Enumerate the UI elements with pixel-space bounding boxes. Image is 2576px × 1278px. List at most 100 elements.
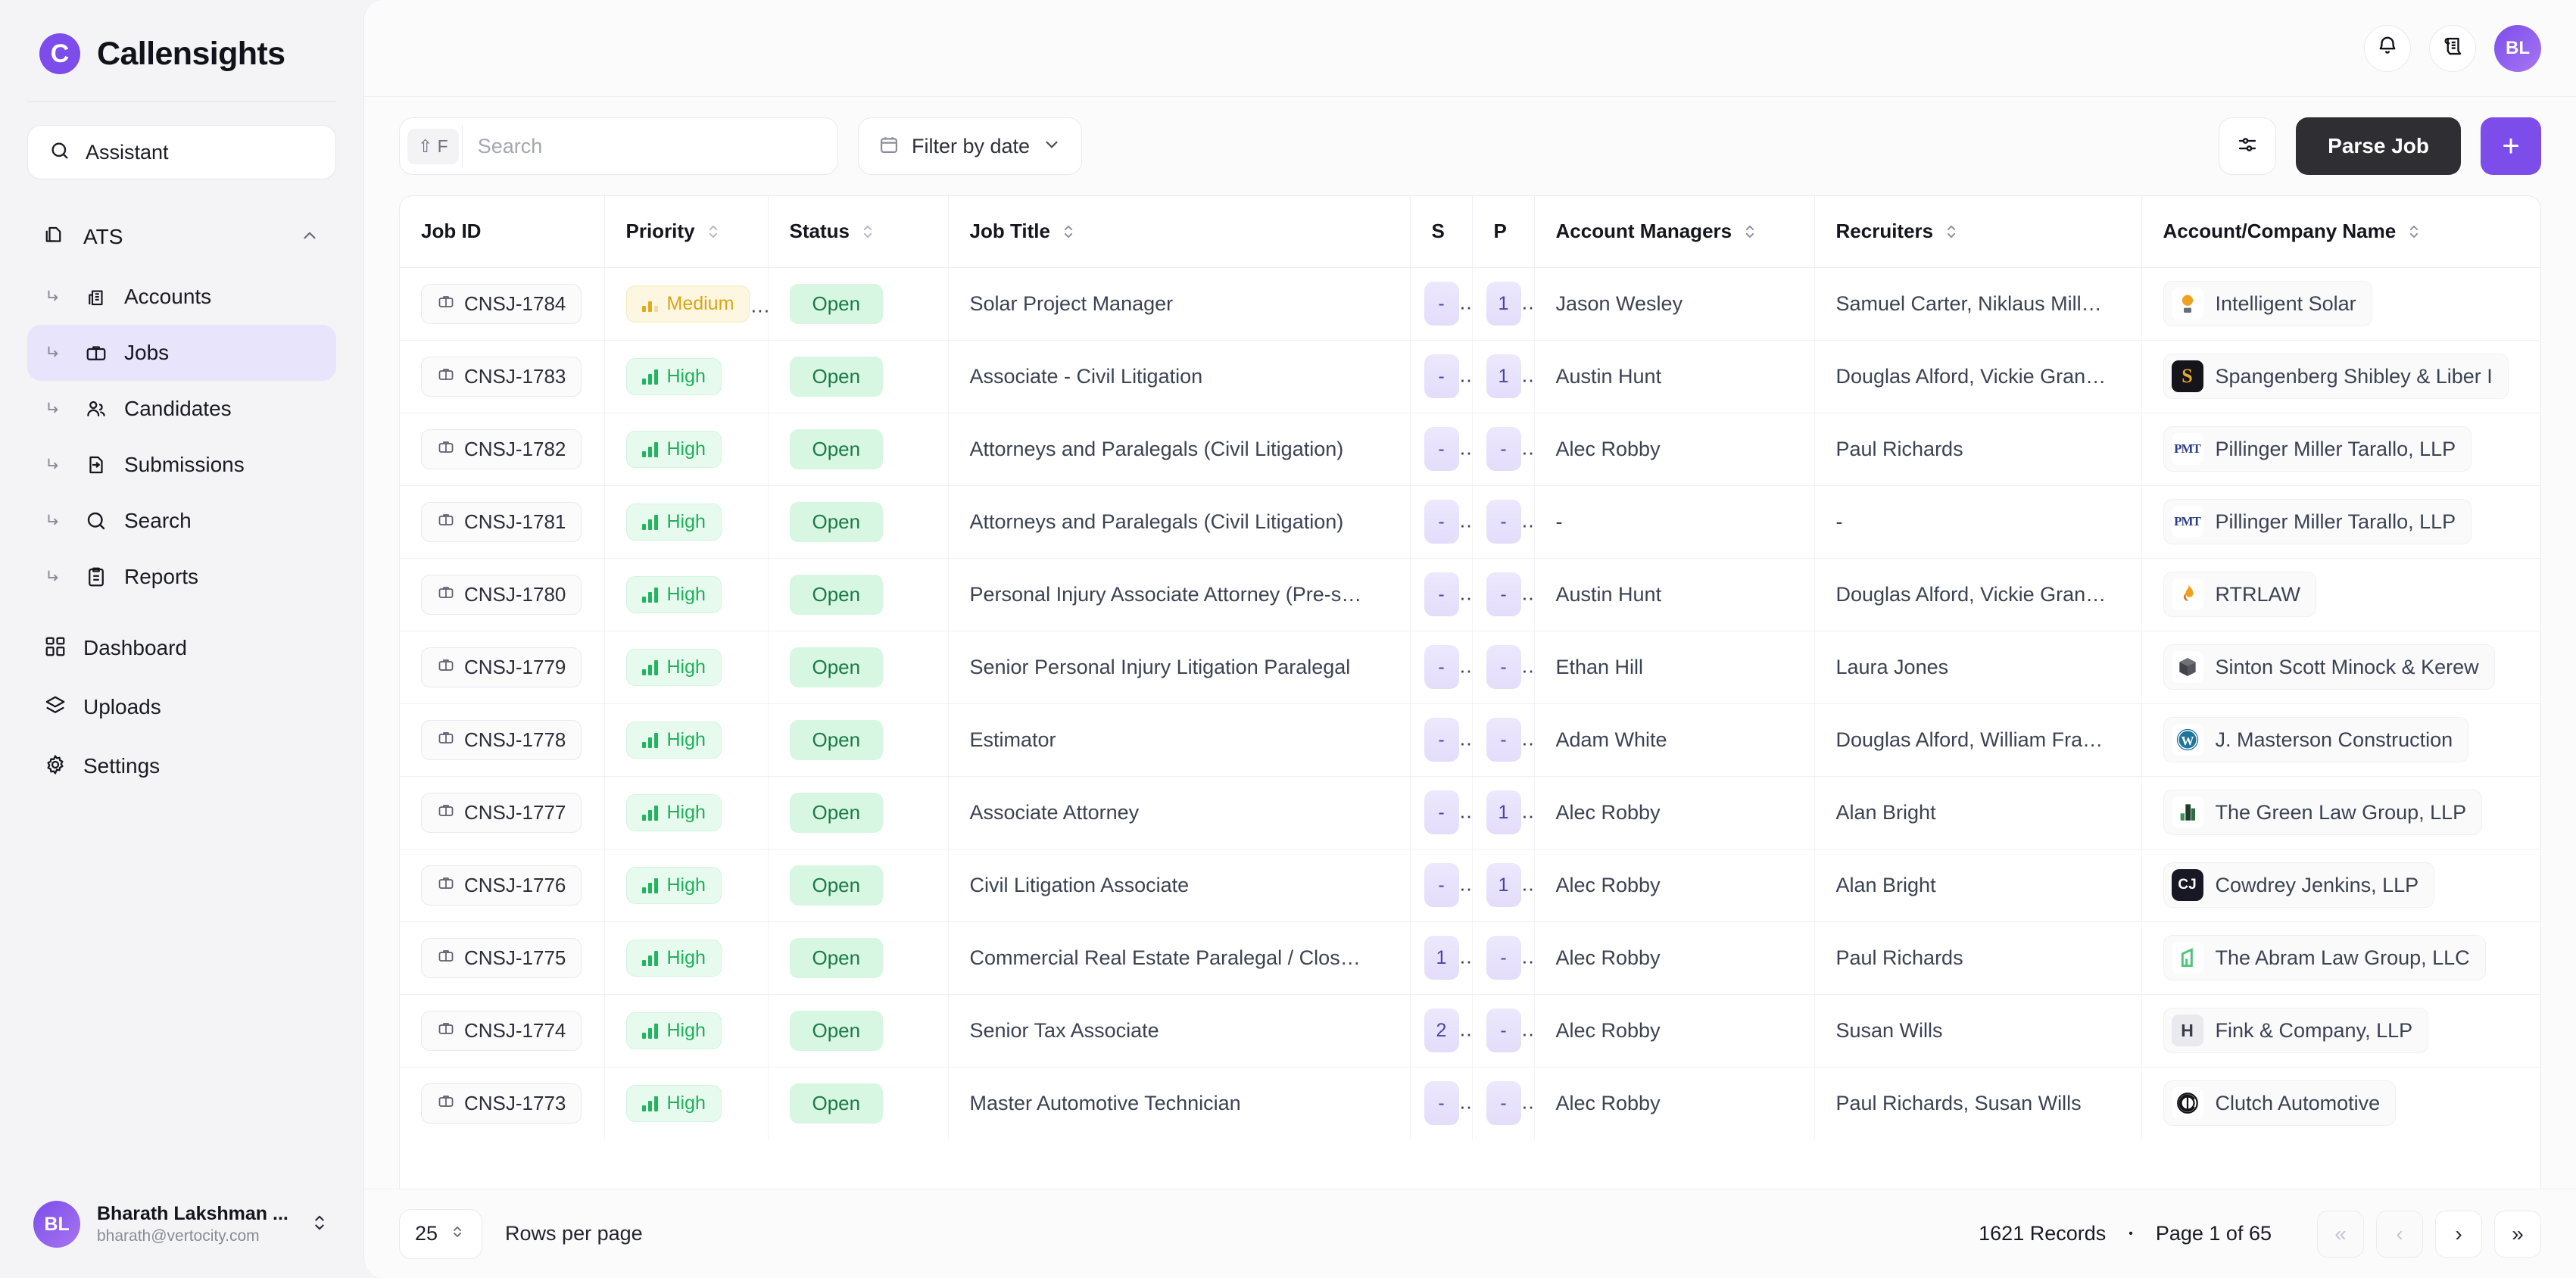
cell-job-title[interactable]: Associate - Civil Litigation bbox=[948, 340, 1410, 413]
cell-company[interactable]: HFink & Company, LLP bbox=[2141, 994, 2541, 1067]
sort-icon[interactable] bbox=[2406, 222, 2422, 242]
job-id-chip[interactable]: CNSJ-1781 bbox=[421, 502, 582, 542]
table-row[interactable]: CNSJ-1782HighOpenAttorneys and Paralegal… bbox=[400, 413, 2541, 485]
cell-company[interactable]: SSpangenberg Shibley & Liber I bbox=[2141, 340, 2541, 413]
cell-job-title[interactable]: Commercial Real Estate Paralegal / Clos… bbox=[948, 921, 1410, 994]
col-header-company[interactable]: Account/Company Name bbox=[2141, 196, 2541, 267]
company-chip[interactable]: PMTPillinger Miller Tarallo, LLP bbox=[2163, 499, 2472, 544]
cell-job-id[interactable]: CNSJ-1775 bbox=[400, 921, 604, 994]
cell-company[interactable]: PMTPillinger Miller Tarallo, LLP bbox=[2141, 413, 2541, 485]
cell-company[interactable]: WJ. Masterson Construction bbox=[2141, 703, 2541, 776]
company-chip[interactable]: Clutch Automotive bbox=[2163, 1080, 2397, 1126]
sidebar-item-candidates[interactable]: Candidates bbox=[27, 381, 336, 437]
col-header-p[interactable]: P bbox=[1472, 196, 1534, 267]
cell-job-title[interactable]: Estimator bbox=[948, 703, 1410, 776]
company-chip[interactable]: CJCowdrey Jenkins, LLP bbox=[2163, 862, 2435, 908]
sort-icon[interactable] bbox=[1944, 222, 1959, 242]
sidebar-item-search[interactable]: Search bbox=[27, 493, 336, 549]
cell-job-id[interactable]: CNSJ-1774 bbox=[400, 994, 604, 1067]
table-row[interactable]: CNSJ-1774HighOpenSenior Tax Associate2-A… bbox=[400, 994, 2541, 1067]
cell-job-id[interactable]: CNSJ-1781 bbox=[400, 485, 604, 558]
cell-job-title[interactable]: Attorneys and Paralegals (Civil Litigati… bbox=[948, 485, 1410, 558]
activity-log-button[interactable] bbox=[2429, 25, 2476, 72]
col-header-account-managers[interactable]: Account Managers bbox=[1534, 196, 1814, 267]
search-box[interactable]: ⇧ F bbox=[399, 117, 838, 175]
sidebar-item-settings[interactable]: Settings bbox=[27, 737, 336, 796]
chevron-up-icon[interactable] bbox=[300, 226, 320, 249]
cell-job-id[interactable]: CNSJ-1784 bbox=[400, 267, 604, 340]
cell-job-id[interactable]: CNSJ-1776 bbox=[400, 849, 604, 921]
filter-by-date-button[interactable]: Filter by date bbox=[858, 117, 1082, 175]
cell-job-id[interactable]: CNSJ-1783 bbox=[400, 340, 604, 413]
sort-icon[interactable] bbox=[706, 222, 721, 242]
job-id-chip[interactable]: CNSJ-1783 bbox=[421, 357, 582, 397]
cell-job-title[interactable]: Senior Personal Injury Litigation Parale… bbox=[948, 631, 1410, 703]
cell-job-id[interactable]: CNSJ-1777 bbox=[400, 776, 604, 849]
table-row[interactable]: CNSJ-1780HighOpenPersonal Injury Associa… bbox=[400, 558, 2541, 631]
company-chip[interactable]: WJ. Masterson Construction bbox=[2163, 717, 2469, 762]
sidebar-item-uploads[interactable]: Uploads bbox=[27, 678, 336, 737]
cell-company[interactable]: CJCowdrey Jenkins, LLP bbox=[2141, 849, 2541, 921]
cell-company[interactable]: Clutch Automotive bbox=[2141, 1067, 2541, 1139]
job-id-chip[interactable]: CNSJ-1780 bbox=[421, 575, 582, 615]
rows-per-page-select[interactable]: 25 bbox=[399, 1209, 482, 1259]
col-header-priority[interactable]: Priority bbox=[604, 196, 768, 267]
job-id-chip[interactable]: CNSJ-1773 bbox=[421, 1083, 582, 1124]
assistant-search-box[interactable]: Assistant bbox=[27, 125, 336, 179]
cell-job-title[interactable]: Civil Litigation Associate bbox=[948, 849, 1410, 921]
job-id-chip[interactable]: CNSJ-1784 bbox=[421, 284, 582, 324]
table-row[interactable]: CNSJ-1783HighOpenAssociate - Civil Litig… bbox=[400, 340, 2541, 413]
cell-company[interactable]: Intelligent Solar bbox=[2141, 267, 2541, 340]
chevrons-up-down-icon[interactable] bbox=[309, 1212, 330, 1237]
job-id-chip[interactable]: CNSJ-1778 bbox=[421, 720, 582, 760]
parse-job-button[interactable]: Parse Job bbox=[2296, 117, 2461, 175]
table-settings-button[interactable] bbox=[2219, 117, 2276, 175]
col-header-status[interactable]: Status bbox=[768, 196, 948, 267]
sidebar-item-dashboard[interactable]: Dashboard bbox=[27, 619, 336, 678]
company-chip[interactable]: PMTPillinger Miller Tarallo, LLP bbox=[2163, 426, 2472, 472]
cell-job-title[interactable]: Solar Project Manager bbox=[948, 267, 1410, 340]
col-header-job-title[interactable]: Job Title bbox=[948, 196, 1410, 267]
cell-job-title[interactable]: Associate Attorney bbox=[948, 776, 1410, 849]
cell-job-title[interactable]: Senior Tax Associate bbox=[948, 994, 1410, 1067]
cell-job-title[interactable]: Personal Injury Associate Attorney (Pre-… bbox=[948, 558, 1410, 631]
sort-icon[interactable] bbox=[860, 222, 875, 242]
sidebar-item-jobs[interactable]: Jobs bbox=[27, 325, 336, 381]
col-header-job-id[interactable]: Job ID bbox=[400, 196, 604, 267]
notifications-button[interactable] bbox=[2364, 25, 2411, 72]
table-row[interactable]: CNSJ-1779HighOpenSenior Personal Injury … bbox=[400, 631, 2541, 703]
table-row[interactable]: CNSJ-1777HighOpenAssociate Attorney-1Ale… bbox=[400, 776, 2541, 849]
cell-job-id[interactable]: CNSJ-1782 bbox=[400, 413, 604, 485]
company-chip[interactable]: Intelligent Solar bbox=[2163, 281, 2372, 326]
job-id-chip[interactable]: CNSJ-1774 bbox=[421, 1011, 582, 1051]
cell-job-id[interactable]: CNSJ-1779 bbox=[400, 631, 604, 703]
company-chip[interactable]: HFink & Company, LLP bbox=[2163, 1008, 2429, 1053]
cell-company[interactable]: PMTPillinger Miller Tarallo, LLP bbox=[2141, 485, 2541, 558]
cell-company[interactable]: The Abram Law Group, LLC bbox=[2141, 921, 2541, 994]
header-avatar[interactable]: BL bbox=[2494, 25, 2541, 72]
cell-job-title[interactable]: Master Automotive Technician bbox=[948, 1067, 1410, 1139]
cell-company[interactable]: RTRLAW bbox=[2141, 558, 2541, 631]
brand[interactable]: C Callensights bbox=[0, 0, 363, 101]
cell-job-title[interactable]: Attorneys and Paralegals (Civil Litigati… bbox=[948, 413, 1410, 485]
sort-icon[interactable] bbox=[1061, 222, 1076, 242]
table-row[interactable]: CNSJ-1781HighOpenAttorneys and Paralegal… bbox=[400, 485, 2541, 558]
company-chip[interactable]: The Abram Law Group, LLC bbox=[2163, 935, 2486, 980]
job-id-chip[interactable]: CNSJ-1775 bbox=[421, 938, 582, 978]
cell-job-id[interactable]: CNSJ-1773 bbox=[400, 1067, 604, 1139]
sidebar-group-ats[interactable]: ATS bbox=[27, 210, 336, 264]
search-input[interactable] bbox=[463, 135, 830, 158]
sidebar-item-submissions[interactable]: Submissions bbox=[27, 437, 336, 493]
col-header-recruiters[interactable]: Recruiters bbox=[1814, 196, 2141, 267]
table-row[interactable]: CNSJ-1773HighOpenMaster Automotive Techn… bbox=[400, 1067, 2541, 1139]
cell-company[interactable]: Sinton Scott Minock & Kerew bbox=[2141, 631, 2541, 703]
sidebar-item-accounts[interactable]: Accounts bbox=[27, 269, 336, 325]
company-chip[interactable]: SSpangenberg Shibley & Liber I bbox=[2163, 354, 2509, 399]
job-id-chip[interactable]: CNSJ-1782 bbox=[421, 429, 582, 469]
job-id-chip[interactable]: CNSJ-1776 bbox=[421, 865, 582, 906]
sidebar-user-card[interactable]: BL Bharath Lakshman ... bharath@vertocit… bbox=[20, 1190, 344, 1258]
sidebar-item-reports[interactable]: Reports bbox=[27, 549, 336, 605]
cell-job-id[interactable]: CNSJ-1780 bbox=[400, 558, 604, 631]
sort-icon[interactable] bbox=[1742, 222, 1757, 242]
table-row[interactable]: CNSJ-1778HighOpenEstimator--Adam WhiteDo… bbox=[400, 703, 2541, 776]
